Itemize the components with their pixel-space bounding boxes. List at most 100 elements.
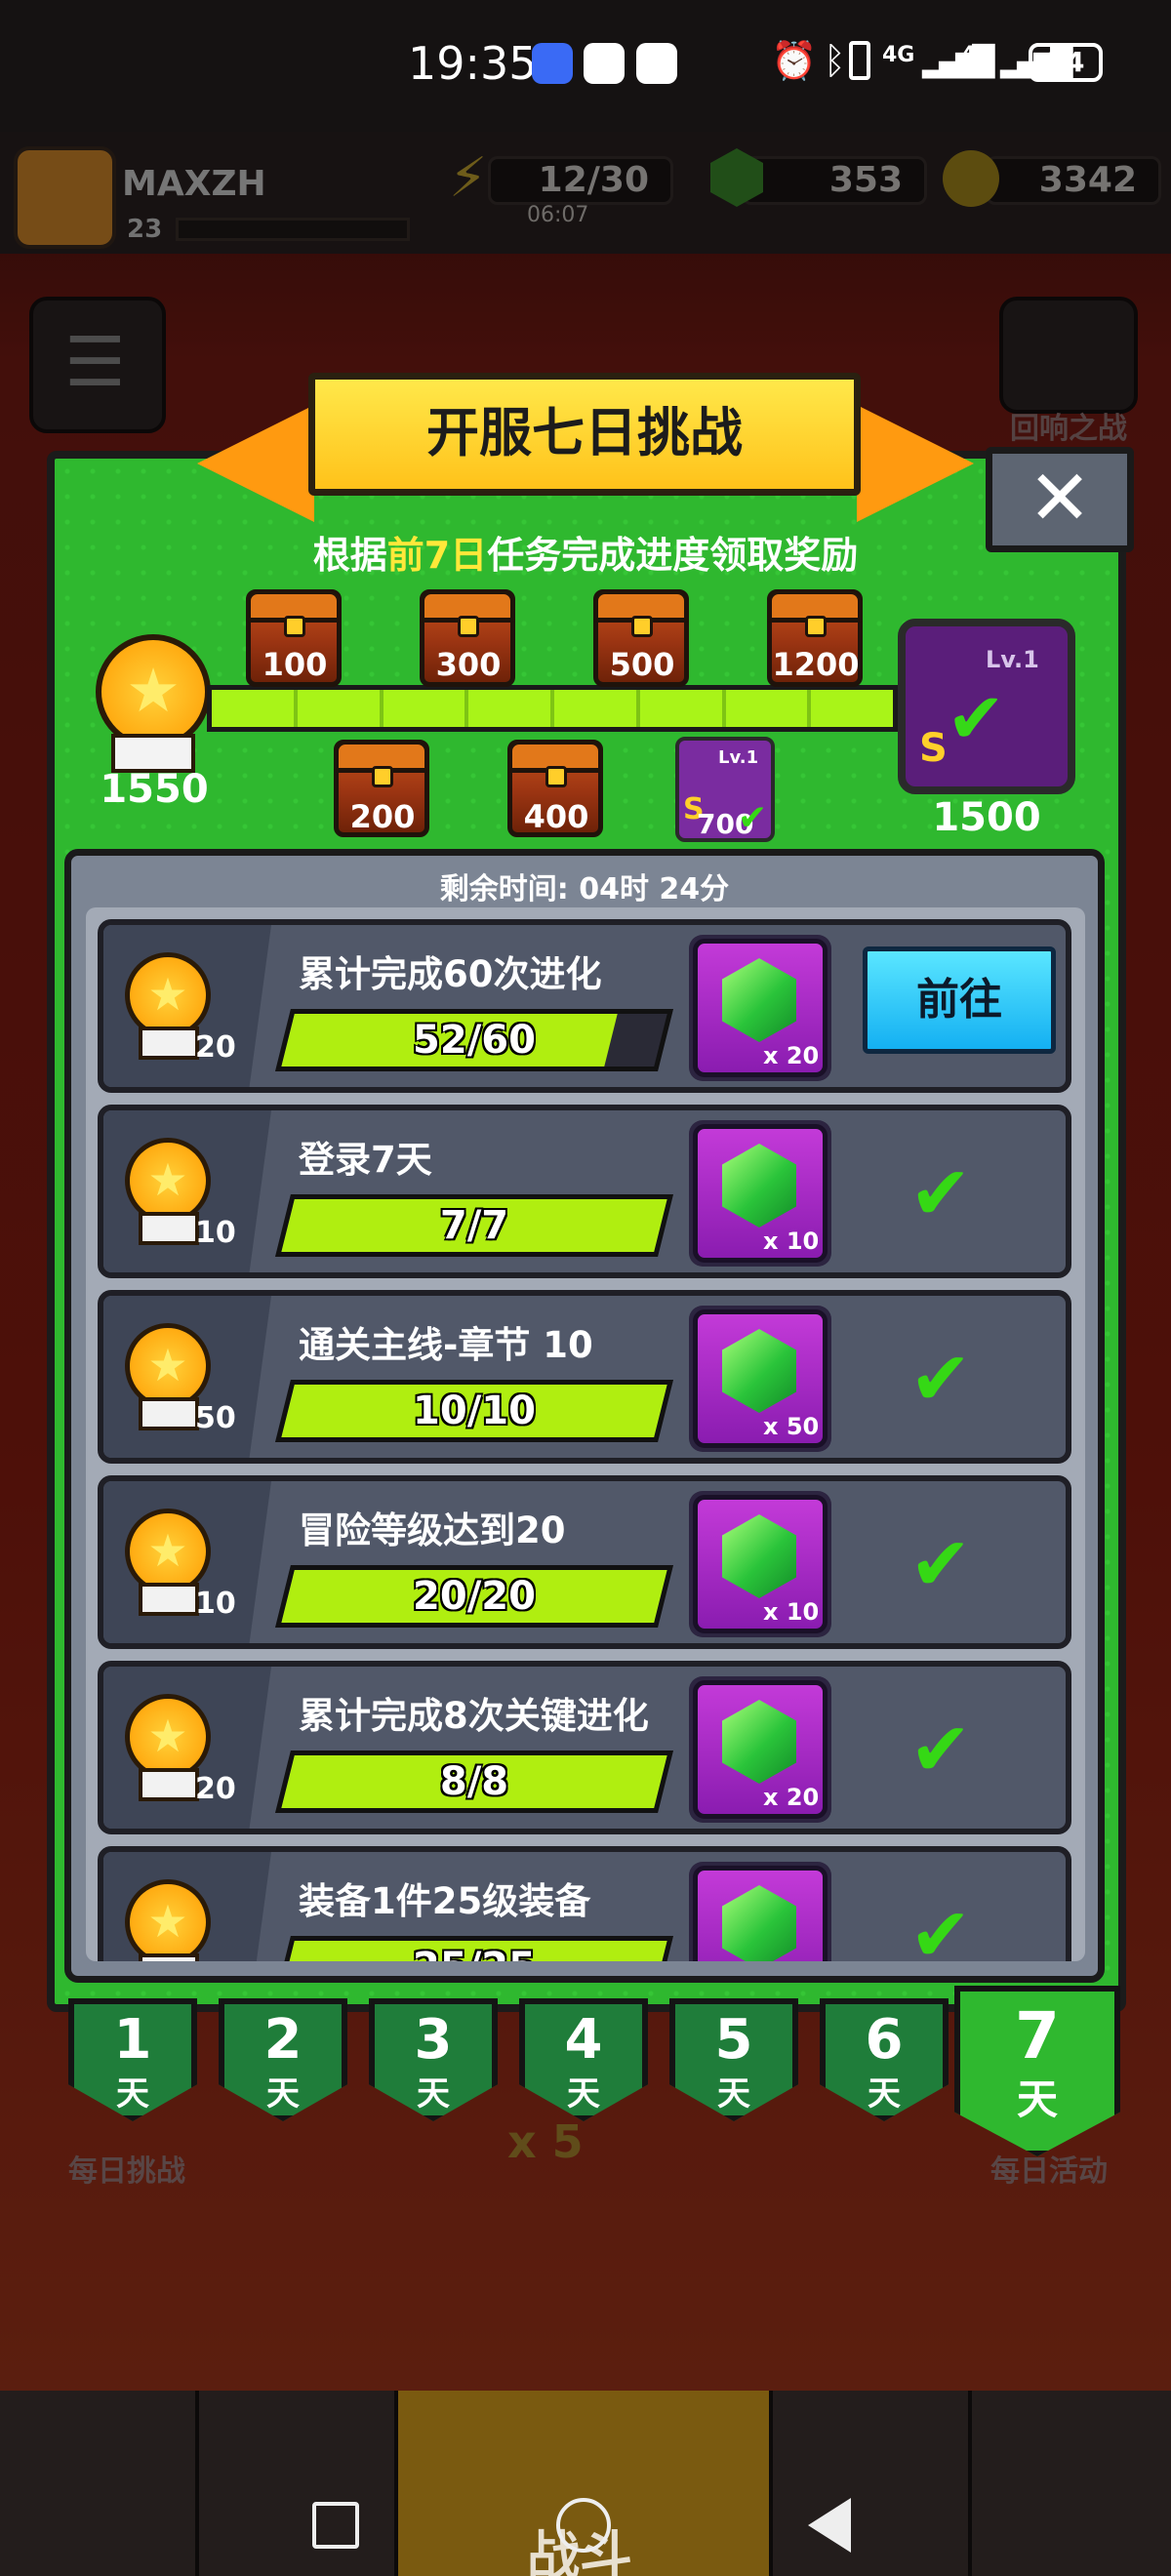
track-segment xyxy=(468,690,554,727)
weapon-reward-rank: S xyxy=(919,726,948,771)
day-tab-unit: 天 xyxy=(567,2074,600,2113)
day-tab-number: 2 xyxy=(263,2008,303,2072)
gem-reward-qty: x 50 xyxy=(763,1413,820,1440)
modal-subtitle: 根据前7日任务完成进度领取奖励 xyxy=(117,525,1054,579)
subtitle-pre: 根据 xyxy=(312,534,387,577)
completed-check-icon: ✔ xyxy=(909,1149,972,1236)
modal-title: 开服七日挑战 xyxy=(308,373,861,496)
task-points: 10 xyxy=(195,1587,236,1621)
task-points: 20 xyxy=(195,1030,236,1065)
nav-equipment[interactable] xyxy=(199,2391,398,2576)
home-icon[interactable] xyxy=(556,2498,611,2553)
day-tab-unit: 天 xyxy=(266,2074,300,2113)
task-row: ★ 20 累计完成60次进化 52/60 x 20 前往 xyxy=(98,919,1071,1093)
task-progress-text: 25/25 xyxy=(283,1938,666,1961)
task-list[interactable]: ★ 20 累计完成60次进化 52/60 x 20 前往 ★ 10 登录7天 7… xyxy=(86,907,1085,1961)
subtitle-post: 任务完成进度领取奖励 xyxy=(487,534,859,577)
task-points: 50 xyxy=(195,1401,236,1435)
go-button[interactable]: 前往 xyxy=(863,946,1056,1054)
vibrate-icon xyxy=(849,41,870,80)
star-medal-icon: ★ xyxy=(125,1879,211,1961)
completed-check-icon: ✔ xyxy=(909,1706,972,1792)
subtitle-highlight: 前7日 xyxy=(386,534,488,577)
completed-check-icon: ✔ xyxy=(909,1335,972,1422)
day-tab-number: 5 xyxy=(714,2008,753,2072)
medal-ribbon xyxy=(139,1212,199,1245)
star-medal-icon: ★ xyxy=(125,1138,211,1224)
star-medal-icon: ★ xyxy=(125,1323,211,1409)
chest-points-label: 200 xyxy=(349,798,416,835)
task-row: ★ 10 登录7天 7/7 x 10 ✔ xyxy=(98,1105,1071,1278)
time-remaining: 剩余时间: 04时 24分 xyxy=(439,872,730,906)
points-progress-track xyxy=(207,685,898,732)
signal-label: 4G xyxy=(882,43,915,67)
outfit-reward-level: Lv.1 xyxy=(718,747,759,768)
battery-indicator: 34 xyxy=(1029,43,1103,82)
outfit-claimed-check-icon: ✔ xyxy=(738,798,768,838)
gem-reward-qty: x 10 xyxy=(763,1598,820,1626)
day-tab-number: 7 xyxy=(1015,1998,1060,2073)
points-total: 1550 xyxy=(100,767,209,812)
recent-apps-icon[interactable] xyxy=(312,2502,359,2549)
task-points: 10 xyxy=(195,1216,236,1250)
task-title: 累计完成8次关键进化 xyxy=(299,1695,649,1737)
medal-ribbon xyxy=(139,1397,199,1430)
medal-ribbon xyxy=(139,1583,199,1616)
day-tab-number: 6 xyxy=(865,2008,904,2072)
day-tab-number: 4 xyxy=(564,2008,603,2072)
task-row: ★ 10 冒险等级达到20 20/20 x 10 ✔ xyxy=(98,1475,1071,1649)
completed-check-icon: ✔ xyxy=(909,1520,972,1607)
qq-app-icon xyxy=(636,43,677,84)
day-tab-unit: 天 xyxy=(1016,2075,1058,2123)
task-progress-text: 20/20 xyxy=(413,1574,536,1619)
chest-points-label: 100 xyxy=(262,646,328,683)
chest-points-label: 400 xyxy=(523,798,589,835)
gem-reward-qty: x 20 xyxy=(763,1784,820,1811)
chest-points-label: 500 xyxy=(609,646,675,683)
task-row: ★ 20 累计完成8次关键进化 8/8 x 20 ✔ xyxy=(98,1661,1071,1834)
task-title: 冒险等级达到20 xyxy=(299,1509,566,1551)
banner-ribbon-left xyxy=(197,405,314,522)
day-tab-unit: 天 xyxy=(717,2074,750,2113)
shield-app-icon xyxy=(584,43,625,84)
weapon-reward-points: 1500 xyxy=(932,795,1041,840)
star-medal-icon: ★ xyxy=(125,1694,211,1780)
back-icon[interactable] xyxy=(808,2498,851,2553)
alarm-icon: ⏰ xyxy=(771,39,818,82)
task-progress-text: 7/7 xyxy=(439,1203,509,1248)
track-segment xyxy=(554,690,640,727)
day-tab-number: 3 xyxy=(414,2008,453,2072)
track-segment xyxy=(298,690,384,727)
banner-ribbon-right xyxy=(857,405,974,522)
task-title: 通关主线-章节 10 xyxy=(299,1324,593,1366)
chest-points-label: 1200 xyxy=(772,646,860,683)
task-title: 登录7天 xyxy=(299,1139,432,1181)
nav-events[interactable] xyxy=(773,2391,972,2576)
star-medal-icon: ★ xyxy=(96,634,211,749)
task-row: ★ 装备1件25级装备 25/25 ✔ xyxy=(98,1846,1071,1961)
blue-app-icon xyxy=(532,43,573,84)
nav-evolution[interactable] xyxy=(972,2391,1171,2576)
task-points: 20 xyxy=(195,1772,236,1806)
track-segment xyxy=(811,690,893,727)
track-segment xyxy=(726,690,812,727)
task-row: ★ 50 通关主线-章节 10 10/10 x 50 ✔ xyxy=(98,1290,1071,1464)
task-title: 累计完成60次进化 xyxy=(299,953,602,995)
star-medal-icon: ★ xyxy=(125,952,211,1038)
weapon-claimed-check-icon: ✔ xyxy=(947,677,1006,759)
track-segment xyxy=(384,690,469,727)
medal-ribbon xyxy=(139,1768,199,1801)
status-time: 19:35 xyxy=(408,37,538,90)
gem-reward-qty: x 20 xyxy=(763,1042,820,1069)
medal-ribbon xyxy=(139,1953,199,1961)
bluetooth-icon: ᛒ xyxy=(824,39,846,82)
day-tab-unit: 天 xyxy=(417,2074,450,2113)
star-medal-icon: ★ xyxy=(125,1509,211,1594)
task-progress-text: 10/10 xyxy=(413,1389,536,1433)
chest-points-label: 300 xyxy=(435,646,502,683)
weapon-reward-level: Lv.1 xyxy=(986,646,1039,673)
track-segment xyxy=(212,690,298,727)
task-progress-text: 8/8 xyxy=(439,1759,509,1804)
day-tab-unit: 天 xyxy=(116,2074,149,2113)
nav-shop[interactable] xyxy=(0,2391,199,2576)
